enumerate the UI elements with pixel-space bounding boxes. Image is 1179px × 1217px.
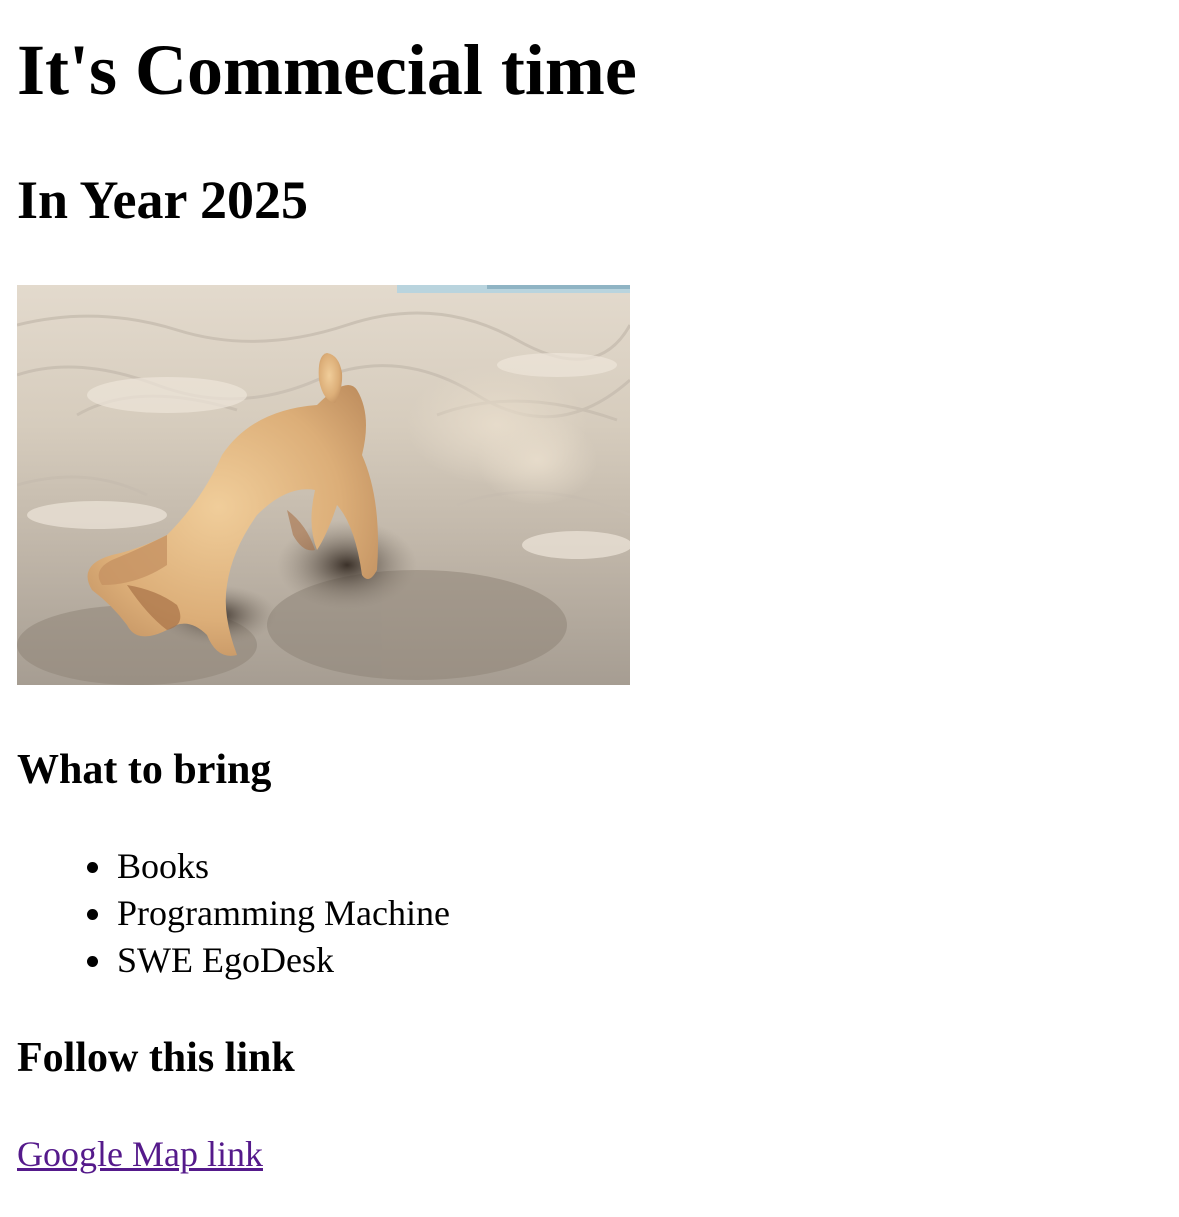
- bullet-icon: [87, 862, 98, 873]
- follow-link-heading: Follow this link: [17, 1035, 295, 1081]
- page-title: It's Commecial time: [17, 30, 637, 110]
- google-map-link[interactable]: Google Map link: [17, 1131, 263, 1178]
- list-item-label: Programming Machine: [117, 893, 450, 933]
- bullet-icon: [87, 909, 98, 920]
- list-item: Books: [17, 843, 450, 890]
- page-subtitle: In Year 2025: [17, 170, 309, 230]
- list-item: Programming Machine: [17, 890, 450, 937]
- bullet-icon: [87, 956, 98, 967]
- list-item-label: Books: [117, 846, 210, 886]
- what-to-bring-heading: What to bring: [17, 747, 272, 793]
- list-item: SWE EgoDesk: [17, 937, 450, 984]
- list-item-label: SWE EgoDesk: [117, 940, 334, 980]
- bring-list: Books Programming Machine SWE EgoDesk: [17, 843, 450, 984]
- dog-digging-photo: [17, 285, 630, 685]
